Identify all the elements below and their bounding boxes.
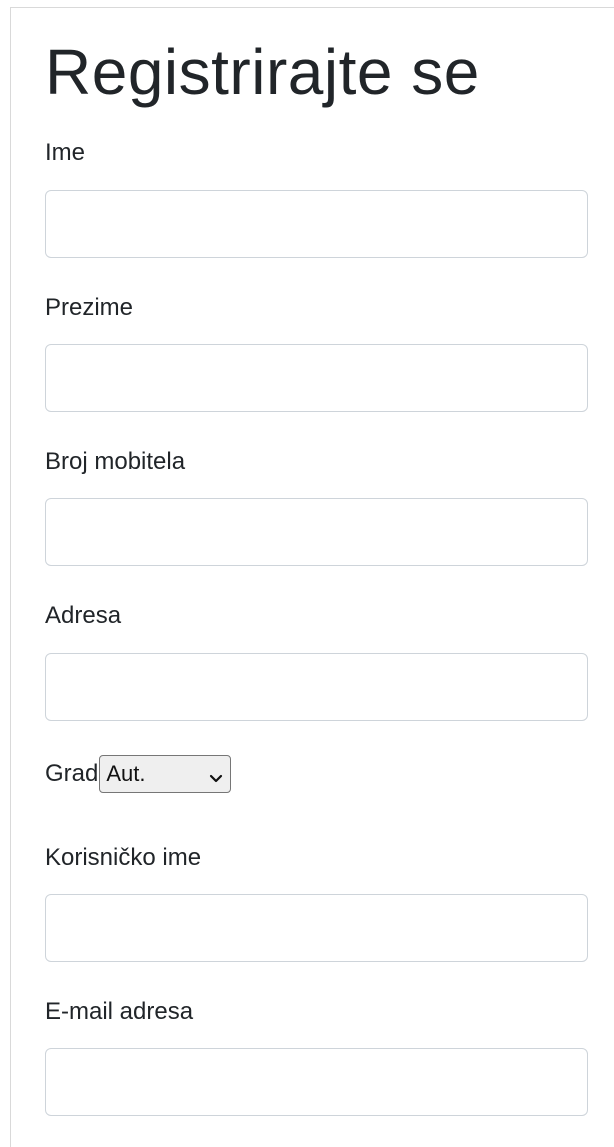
address-label: Adresa [45, 602, 122, 629]
address-input[interactable] [45, 653, 588, 721]
last-name-input[interactable] [45, 344, 588, 412]
first-name-input[interactable] [45, 190, 588, 258]
email-label: E-mail adresa [45, 998, 194, 1025]
username-label: Korisničko ime [45, 844, 202, 871]
city-select[interactable]: Aut. [99, 755, 232, 793]
city-select-value: Aut. [106, 761, 146, 786]
first-name-label: Ime [45, 139, 86, 166]
email-input[interactable] [45, 1048, 588, 1116]
username-input[interactable] [45, 894, 588, 962]
chevron-down-icon [208, 766, 224, 783]
phone-label: Broj mobitela [45, 448, 186, 475]
city-label: Grad [45, 760, 99, 787]
phone-input[interactable] [45, 498, 588, 566]
registration-panel [10, 7, 614, 1147]
last-name-label: Prezime [45, 294, 134, 321]
page-title: Registrirajte se [45, 36, 480, 108]
city-row: Grad Aut. [45, 754, 232, 794]
